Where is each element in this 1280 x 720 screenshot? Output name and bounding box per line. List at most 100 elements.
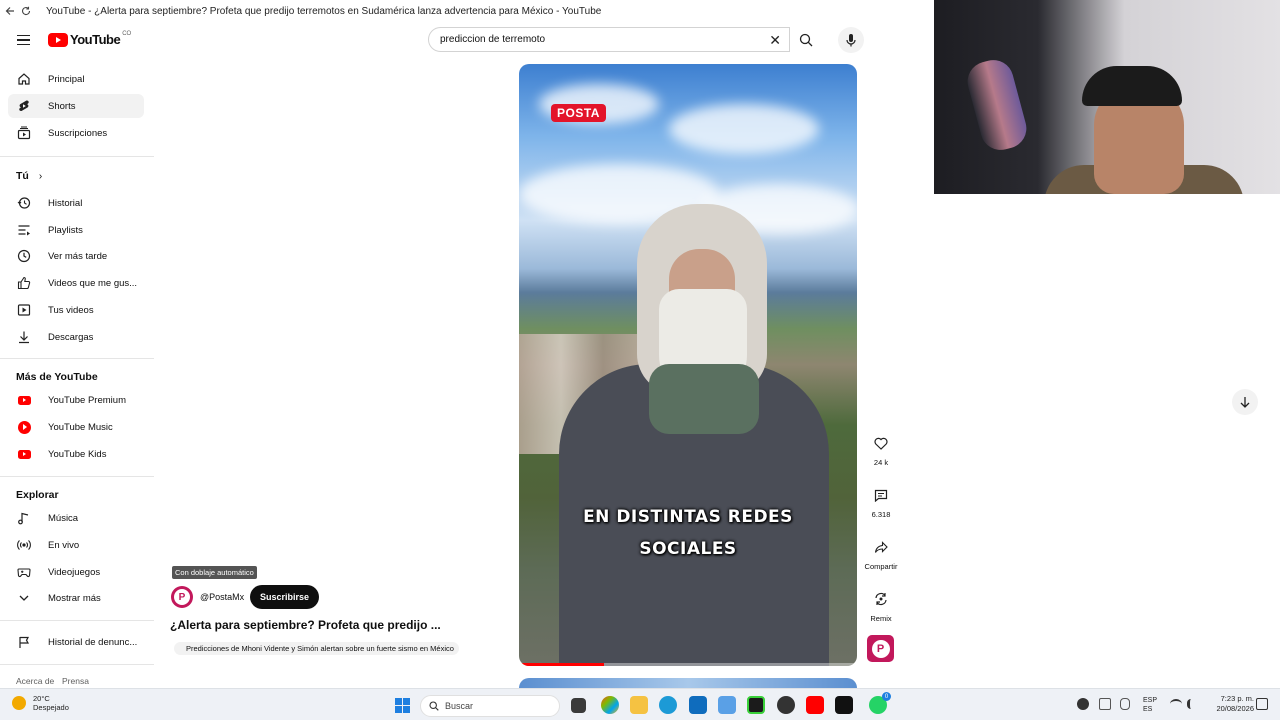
search-button[interactable]	[790, 27, 822, 52]
sidebar-item-label: Suscripciones	[48, 127, 108, 139]
sidebar-item-mostrar-mas[interactable]: Mostrar más	[8, 586, 144, 610]
watch-later-icon	[16, 248, 32, 264]
language-indicator[interactable]: ESP ES	[1143, 696, 1157, 714]
share-label: Compartir	[864, 562, 898, 571]
sidebar-item-youtube-kids[interactable]: YouTube Kids	[8, 442, 144, 466]
windows-start-icon[interactable]	[395, 698, 410, 713]
back-arrow-icon[interactable]	[4, 5, 16, 17]
download-icon	[16, 329, 32, 345]
menu-hamburger-icon[interactable]	[14, 30, 34, 50]
history-icon	[16, 195, 32, 211]
video-progress-fill	[519, 663, 604, 666]
sidebar-item-descargas[interactable]: Descargas	[8, 325, 144, 349]
sidebar-item-label: Mostrar más	[48, 592, 101, 604]
store-icon[interactable]	[689, 696, 707, 714]
heart-icon	[874, 437, 888, 450]
sidebar-heading-you[interactable]: Tú ›	[16, 170, 42, 182]
sidebar-divider	[0, 664, 154, 665]
voice-search-button[interactable]	[838, 27, 864, 53]
windows-taskbar: 20°C Despejado Buscar 0 ESP ES 7:23 p. m…	[0, 688, 1280, 720]
shorts-icon	[16, 98, 32, 114]
app-icon[interactable]	[718, 696, 736, 714]
you-heading-label: Tú	[16, 170, 29, 182]
kick-icon[interactable]	[747, 696, 765, 714]
sidebar-item-label: Videojuegos	[48, 566, 101, 578]
remix-button[interactable]: Remix	[862, 586, 900, 623]
sidebar-item-label: Principal	[48, 73, 85, 85]
notification-bell-icon[interactable]	[1256, 698, 1268, 710]
tray-network-icon[interactable]	[1099, 698, 1111, 710]
arrow-down-icon	[1240, 397, 1250, 408]
subscribe-button[interactable]: Suscribirse	[250, 585, 320, 609]
language-line-1: ESP	[1143, 697, 1158, 704]
sidebar-item-playlists[interactable]: Playlists	[8, 218, 144, 242]
remix-label: Remix	[870, 614, 892, 623]
browser-titlebar: YouTube - ¿Alerta para septiembre? Profe…	[0, 0, 934, 22]
sidebar-item-historial-denuncias[interactable]: Historial de denunc...	[8, 630, 144, 654]
sidebar: Principal Shorts Suscripciones Tú › Hist…	[0, 66, 154, 688]
short-title[interactable]: ¿Alerta para septiembre? Profeta que pre…	[170, 618, 441, 632]
sidebar-item-historial[interactable]: Historial	[8, 191, 144, 215]
search-input[interactable]	[440, 34, 760, 45]
sidebar-item-videos-que-me-gustan[interactable]: Videos que me gus...	[8, 271, 144, 295]
youtube-premium-icon	[16, 392, 32, 408]
sun-icon	[12, 696, 26, 710]
channel-thumbnail[interactable]: P	[867, 635, 894, 662]
sidebar-item-musica[interactable]: Música	[8, 506, 144, 530]
copilot-icon[interactable]	[601, 696, 619, 714]
logo-wordmark: YouTube	[70, 32, 121, 47]
volume-icon[interactable]	[1187, 699, 1199, 709]
chevron-right-icon: ›	[38, 170, 43, 182]
sidebar-item-en-vivo[interactable]: En vivo	[8, 533, 144, 557]
sidebar-item-youtube-premium[interactable]: YouTube Premium	[8, 388, 144, 412]
sidebar-item-tus-videos[interactable]: Tus videos	[8, 298, 144, 322]
share-button[interactable]: Compartir	[862, 534, 900, 571]
sidebar-item-videojuegos[interactable]: Videojuegos	[8, 560, 144, 584]
tiktok-icon[interactable]	[835, 696, 853, 714]
short-video-player[interactable]: POSTA EN DISTINTAS REDES SOCIALES	[519, 64, 857, 666]
sidebar-item-suscripciones[interactable]: Suscripciones	[8, 121, 144, 145]
next-short-button[interactable]	[1232, 389, 1258, 415]
sidebar-item-youtube-music[interactable]: YouTube Music	[8, 415, 144, 439]
taskbar-search[interactable]: Buscar	[420, 695, 560, 717]
sidebar-item-shorts[interactable]: Shorts	[8, 94, 144, 118]
tray-mic-icon[interactable]	[1120, 698, 1130, 710]
remix-icon	[875, 592, 887, 606]
sidebar-item-label: Descargas	[48, 331, 94, 343]
channel-avatar[interactable]: P	[171, 586, 193, 608]
file-explorer-icon[interactable]	[630, 696, 648, 714]
youtube-app-icon[interactable]	[806, 696, 824, 714]
sidebar-item-ver-mas-tarde[interactable]: Ver más tarde	[8, 244, 144, 268]
weather-widget[interactable]: 20°C Despejado	[12, 694, 69, 712]
sidebar-item-principal[interactable]: Principal	[8, 67, 144, 91]
sidebar-item-label: En vivo	[48, 539, 80, 551]
auto-dub-badge: Con doblaje automático	[172, 566, 257, 579]
sidebar-item-label: Historial de denunc...	[48, 636, 138, 648]
chevron-down-icon	[16, 590, 32, 606]
like-count: 24 k	[873, 458, 889, 467]
task-view-icon[interactable]	[571, 698, 586, 713]
whatsapp-icon[interactable]: 0	[869, 692, 891, 714]
suggested-search-chip[interactable]: Predicciones de Mhoni Vidente y Simón al…	[174, 642, 459, 655]
search-icon	[799, 33, 813, 46]
taskbar-clock[interactable]: 7:23 p. m. 20/08/2026	[1210, 694, 1254, 714]
clear-search-icon[interactable]: ✕	[769, 32, 781, 48]
reload-icon[interactable]	[20, 5, 32, 17]
sidebar-item-label: Tus videos	[48, 304, 94, 316]
obs-icon[interactable]	[777, 696, 795, 714]
flag-icon	[16, 634, 32, 650]
tray-app-icon[interactable]	[1077, 698, 1089, 710]
youtube-logo[interactable]: YouTube CO	[48, 31, 131, 47]
edge-browser-icon[interactable]	[659, 696, 677, 714]
comments-button[interactable]: 6.318	[862, 482, 900, 519]
share-icon	[874, 540, 888, 553]
like-button[interactable]: 24 k	[862, 430, 900, 467]
footer-link-press[interactable]: Prensa	[62, 676, 89, 686]
video-progress-bar[interactable]	[519, 663, 857, 666]
footer-link-about[interactable]: Acerca de	[16, 676, 54, 686]
wifi-icon[interactable]	[1170, 699, 1182, 709]
search-box: ✕	[428, 27, 790, 52]
channel-handle[interactable]: @PostaMx	[200, 592, 244, 602]
sidebar-item-label: Playlists	[48, 224, 83, 236]
gaming-icon	[16, 564, 32, 580]
